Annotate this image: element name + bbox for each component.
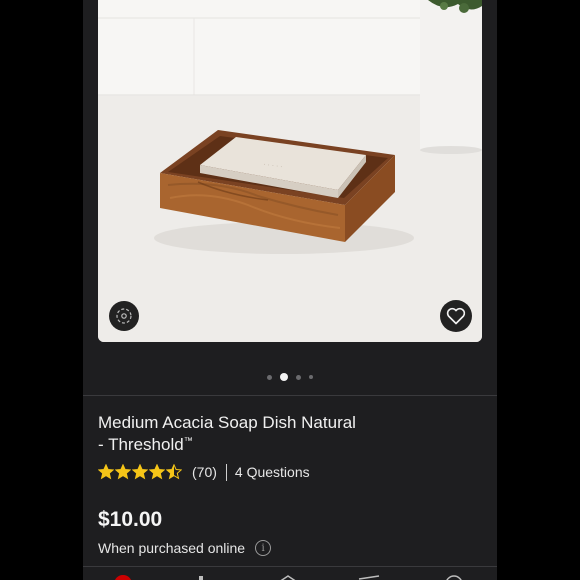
account-tab-icon[interactable] bbox=[443, 574, 465, 580]
product-title-line1: Medium Acacia Soap Dish Natural bbox=[98, 413, 356, 432]
star-icon bbox=[149, 464, 165, 480]
star-icon bbox=[166, 464, 182, 480]
soap-dish-photo: · · · · · bbox=[98, 0, 482, 342]
product-title: Medium Acacia Soap Dish Natural - Thresh… bbox=[98, 412, 398, 456]
product-price: $10.00 bbox=[98, 508, 163, 531]
star-icon bbox=[115, 464, 131, 480]
heart-icon bbox=[446, 307, 466, 325]
star-icon bbox=[132, 464, 148, 480]
product-image[interactable]: · · · · · bbox=[98, 0, 482, 342]
questions-link[interactable]: 4 Questions bbox=[235, 464, 310, 480]
rating-row[interactable]: (70) 4 Questions bbox=[98, 462, 310, 482]
bottom-tabbar-divider bbox=[83, 566, 497, 567]
home-tab-icon[interactable] bbox=[113, 574, 133, 580]
rating-separator bbox=[225, 463, 227, 481]
categories-tab-icon[interactable] bbox=[195, 574, 207, 580]
price-note-text: When purchased online bbox=[98, 540, 246, 556]
image-carousel-indicator[interactable] bbox=[83, 372, 497, 382]
view-in-room-icon bbox=[116, 308, 132, 324]
section-divider bbox=[83, 395, 497, 396]
carousel-dot[interactable] bbox=[296, 374, 301, 380]
view-in-room-button[interactable] bbox=[109, 301, 139, 331]
carousel-dot-active[interactable] bbox=[280, 373, 288, 381]
trademark-symbol: ™ bbox=[183, 435, 193, 446]
carousel-dot[interactable] bbox=[309, 375, 313, 379]
favorite-button[interactable] bbox=[440, 300, 472, 332]
star-rating[interactable] bbox=[98, 464, 182, 480]
carousel-dot[interactable] bbox=[267, 374, 272, 380]
price-note: When purchased online i bbox=[98, 540, 272, 556]
product-detail-screen: · · · · · Medium Acacia Soap Dish Natura… bbox=[83, 0, 497, 580]
deals-tab-icon[interactable] bbox=[276, 574, 300, 580]
cart-tab-icon[interactable] bbox=[357, 574, 381, 580]
star-icon bbox=[98, 464, 114, 480]
product-title-line2: - Threshold bbox=[98, 435, 184, 454]
info-icon[interactable]: i bbox=[255, 540, 272, 556]
review-count[interactable]: (70) bbox=[192, 464, 217, 480]
